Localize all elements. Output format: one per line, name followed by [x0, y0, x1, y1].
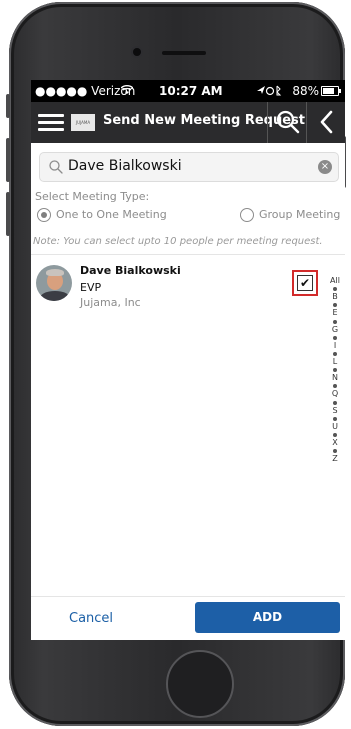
volume-down-button	[6, 192, 10, 236]
earpiece-speaker	[162, 51, 206, 55]
search-input[interactable]: Dave Bialkowski ×	[39, 152, 339, 182]
back-chevron-icon[interactable]	[316, 109, 338, 135]
add-button[interactable]: ADD	[195, 602, 340, 633]
contact-company: Jujama, Inc	[80, 296, 141, 309]
clear-search-icon[interactable]: ×	[318, 160, 332, 174]
contact-name: Dave Bialkowski	[80, 264, 181, 277]
index-letter[interactable]: S	[328, 406, 342, 415]
nav-divider	[306, 102, 307, 143]
index-letter[interactable]: B	[328, 292, 342, 301]
battery-icon	[321, 86, 341, 96]
radio-one-to-one-label: One to One Meeting	[56, 208, 167, 221]
radio-group-meeting[interactable]: Group Meeting	[240, 208, 340, 222]
status-time: 10:27 AM	[159, 84, 223, 98]
radio-one-to-one[interactable]: One to One Meeting	[37, 208, 167, 222]
alphabet-index[interactable]: All B E G I L N Q S U X Z	[328, 276, 342, 463]
action-bar: Cancel ADD	[31, 596, 345, 640]
avatar	[36, 265, 72, 301]
index-letter[interactable]: X	[328, 438, 342, 447]
home-button[interactable]	[166, 650, 234, 718]
status-bar: ●●●●● Verizon 10:27 AM 88%	[31, 80, 345, 102]
index-letter[interactable]: I	[328, 341, 342, 350]
menu-icon[interactable]	[38, 114, 64, 132]
radio-group-meeting-label: Group Meeting	[259, 208, 341, 221]
contact-title: EVP	[80, 281, 102, 294]
nav-divider	[267, 102, 268, 143]
divider	[31, 254, 345, 255]
mute-switch	[6, 94, 10, 118]
volume-up-button	[6, 138, 10, 182]
radio-selected-icon	[37, 208, 51, 222]
search-icon[interactable]	[275, 109, 301, 135]
radio-unselected-icon	[240, 208, 254, 222]
contact-select-checkbox[interactable]: ✔	[297, 275, 313, 291]
index-letter[interactable]: L	[328, 357, 342, 366]
search-input-value: Dave Bialkowski	[68, 158, 182, 174]
front-camera	[133, 48, 141, 56]
wifi-icon	[121, 85, 133, 94]
index-letter[interactable]: Z	[328, 454, 342, 463]
index-letter[interactable]: N	[328, 373, 342, 382]
index-letter[interactable]: E	[328, 309, 342, 317]
navigation-bar: JUJAMA Send New Meeting Request	[31, 102, 345, 143]
cancel-button[interactable]: Cancel	[69, 611, 113, 626]
index-letter[interactable]: U	[328, 422, 342, 431]
meeting-type-label: Select Meeting Type:	[35, 190, 150, 203]
battery-percent: 88%	[292, 84, 319, 98]
index-letter[interactable]: All	[328, 276, 342, 285]
app-screen: ●●●●● Verizon 10:27 AM 88% JUJAMA Send N…	[31, 80, 345, 640]
index-letter[interactable]: Q	[328, 390, 342, 398]
company-logo: JUJAMA	[71, 114, 95, 131]
search-field-icon	[49, 160, 63, 174]
selection-note: Note: You can select upto 10 people per …	[33, 236, 323, 247]
location-alarm-bluetooth-icons	[257, 85, 282, 96]
index-letter[interactable]: G	[328, 325, 342, 334]
